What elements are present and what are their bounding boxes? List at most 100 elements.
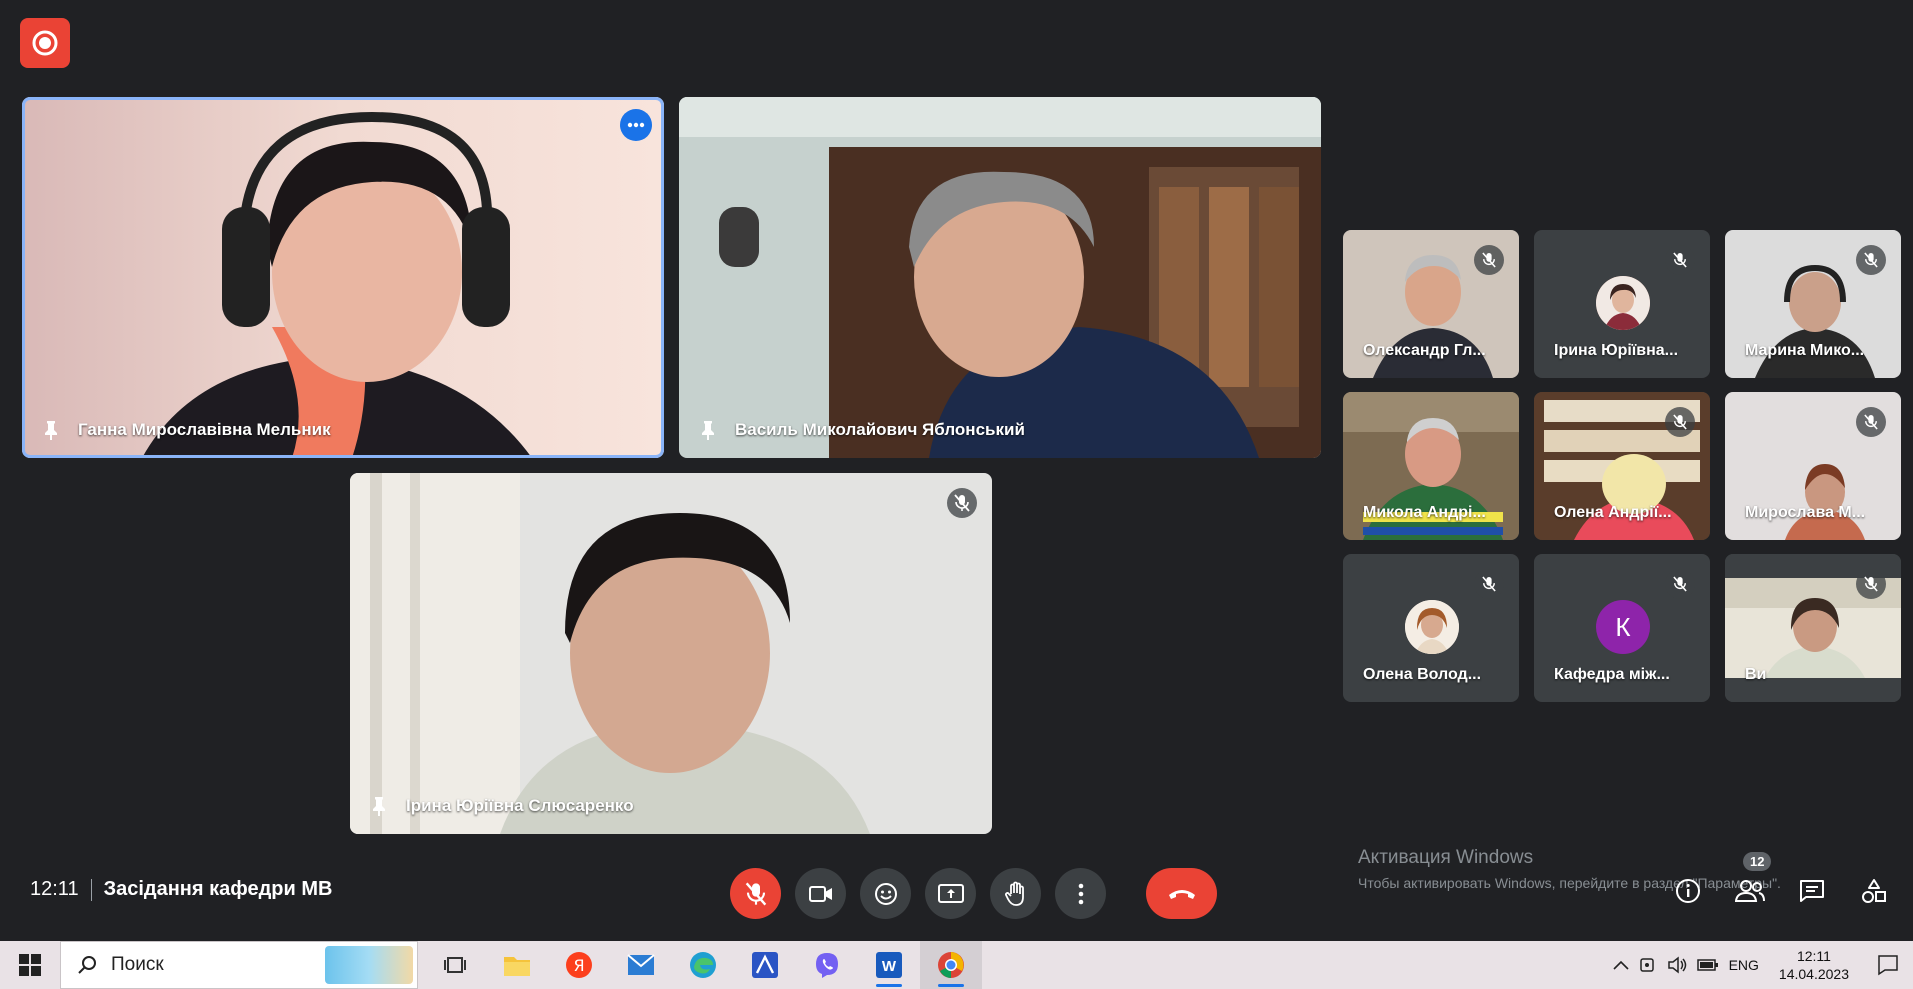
reactions-button[interactable] <box>860 868 911 919</box>
mic-off-icon <box>1864 414 1878 430</box>
muted-indicator <box>947 488 977 518</box>
participant-name: Ганна Мирославівна Мельник <box>78 420 331 439</box>
participant-name: Олександр Гл... <box>1363 342 1486 359</box>
svg-text:W: W <box>882 958 897 975</box>
participant-name-row: Ірина Юріївна Слюсаренко <box>370 796 634 816</box>
video-tile-small-1[interactable]: Олександр Гл... <box>1343 230 1519 378</box>
word-app[interactable]: W <box>858 941 920 989</box>
participant-name: Ірина Юріївна Слюсаренко <box>406 796 634 815</box>
yandex-browser-app[interactable]: Я <box>548 941 610 989</box>
participant-name: Олена Волод... <box>1363 666 1482 683</box>
video-tile-small-7[interactable]: Олена Волод... <box>1343 554 1519 702</box>
participant-video <box>679 97 1321 458</box>
mic-off-icon <box>745 882 766 905</box>
video-tile-small-8[interactable]: К Кафедра між... <box>1534 554 1710 702</box>
file-explorer-app[interactable] <box>486 941 548 989</box>
participant-name: Олена Андрії... <box>1554 504 1672 521</box>
present-screen-button[interactable] <box>925 868 976 919</box>
search-placeholder: Поиск <box>111 954 164 975</box>
windows-logo-icon <box>19 954 41 976</box>
mathcad-app[interactable] <box>734 941 796 989</box>
participant-name-row: Ганна Мирославівна Мельник <box>42 420 331 440</box>
mic-off-icon <box>1864 252 1878 268</box>
avatar-initial: К <box>1615 611 1631 642</box>
chrome-app[interactable] <box>920 941 982 989</box>
avatar-photo <box>1405 600 1459 654</box>
system-tray: ENG 12:11 14.04.2023 <box>1613 941 1913 989</box>
taskbar-search[interactable]: Поиск <box>60 941 418 989</box>
meeting-time: 12:11 <box>30 878 79 900</box>
task-view-icon <box>444 957 466 973</box>
search-icon <box>78 956 96 974</box>
divider <box>90 878 92 901</box>
language-indicator[interactable]: ENG <box>1729 957 1759 973</box>
people-icon <box>1735 880 1765 902</box>
participant-name-row: Василь Миколайович Яблонський <box>699 420 1025 440</box>
volume-icon[interactable] <box>1667 956 1687 974</box>
record-icon <box>32 30 58 56</box>
more-options-button[interactable] <box>1055 868 1106 919</box>
video-tile-small-5[interactable]: Олена Андрії... <box>1534 392 1710 540</box>
meeting-title[interactable]: Засідання кафедри МВ <box>104 878 333 901</box>
mic-off-icon <box>1482 252 1496 268</box>
edge-app[interactable] <box>672 941 734 989</box>
hand-icon <box>1004 881 1024 906</box>
muted-indicator <box>1474 569 1504 599</box>
participants-button[interactable]: 12 <box>1733 852 1772 911</box>
word-icon: W <box>876 952 902 978</box>
activities-button[interactable] <box>1857 871 1891 911</box>
participant-video <box>22 97 664 458</box>
info-icon <box>1676 879 1700 903</box>
more-vertical-icon <box>1078 883 1083 904</box>
call-controls <box>730 868 1217 919</box>
mic-off-icon <box>1673 576 1687 592</box>
mic-toggle-button[interactable] <box>730 868 781 919</box>
chevron-up-icon[interactable] <box>1613 960 1629 970</box>
raise-hand-button[interactable] <box>990 868 1041 919</box>
video-tile-small-self[interactable]: Ви <box>1725 554 1901 702</box>
meeting-info: 12:11 Засідання кафедри МВ <box>30 878 332 901</box>
battery-icon[interactable] <box>1696 958 1719 972</box>
start-button[interactable] <box>0 941 60 989</box>
chat-icon <box>1800 880 1824 902</box>
task-view-button[interactable] <box>424 941 486 989</box>
meet-window: Ганна Мирославівна Мельник Василь Микола… <box>0 0 1913 941</box>
clock[interactable]: 12:11 14.04.2023 <box>1779 947 1849 983</box>
hang-up-icon <box>1168 889 1195 899</box>
participant-name: Мирослава М... <box>1745 504 1866 521</box>
chat-button[interactable] <box>1795 871 1829 911</box>
participant-name: Ірина Юріївна... <box>1554 342 1679 359</box>
side-panel-controls: 12 <box>1671 852 1891 911</box>
clock-date: 14.04.2023 <box>1778 966 1849 982</box>
video-tile-small-2[interactable]: Ірина Юріївна... <box>1534 230 1710 378</box>
video-tile-small-3[interactable]: Марина Мико... <box>1725 230 1901 378</box>
recording-button[interactable] <box>20 18 70 68</box>
pin-icon[interactable] <box>370 796 388 816</box>
avatar <box>1405 600 1459 654</box>
participant-video <box>350 473 992 834</box>
participant-name: Микола Андрі... <box>1363 504 1486 521</box>
muted-indicator <box>1665 569 1695 599</box>
chrome-icon <box>938 952 964 978</box>
video-tile-small-6[interactable]: Мирослава М... <box>1725 392 1901 540</box>
leave-call-button[interactable] <box>1146 868 1217 919</box>
mic-off-icon <box>1864 576 1878 592</box>
edge-icon <box>690 952 716 978</box>
notifications-icon[interactable] <box>1877 954 1899 976</box>
meet-sharing-icon[interactable] <box>1639 956 1657 974</box>
video-tile-participant-1[interactable]: Ганна Мирославівна Мельник <box>22 97 664 458</box>
more-options-button[interactable] <box>620 109 652 141</box>
camera-toggle-button[interactable] <box>795 868 846 919</box>
mail-icon <box>627 954 655 975</box>
windows-taskbar: Поиск Я W ENG 12:11 14.04.2023 <box>0 941 1913 989</box>
video-tile-participant-2[interactable]: Василь Миколайович Яблонський <box>679 97 1321 458</box>
muted-indicator <box>1856 245 1886 275</box>
yandex-icon: Я <box>566 952 592 978</box>
pin-icon[interactable] <box>699 420 717 440</box>
video-tile-participant-3[interactable]: Ірина Юріївна Слюсаренко <box>350 473 992 834</box>
viber-app[interactable] <box>796 941 858 989</box>
pin-icon[interactable] <box>42 420 60 440</box>
meeting-details-button[interactable] <box>1671 871 1705 911</box>
video-tile-small-4[interactable]: Микола Андрі... <box>1343 392 1519 540</box>
mail-app[interactable] <box>610 941 672 989</box>
